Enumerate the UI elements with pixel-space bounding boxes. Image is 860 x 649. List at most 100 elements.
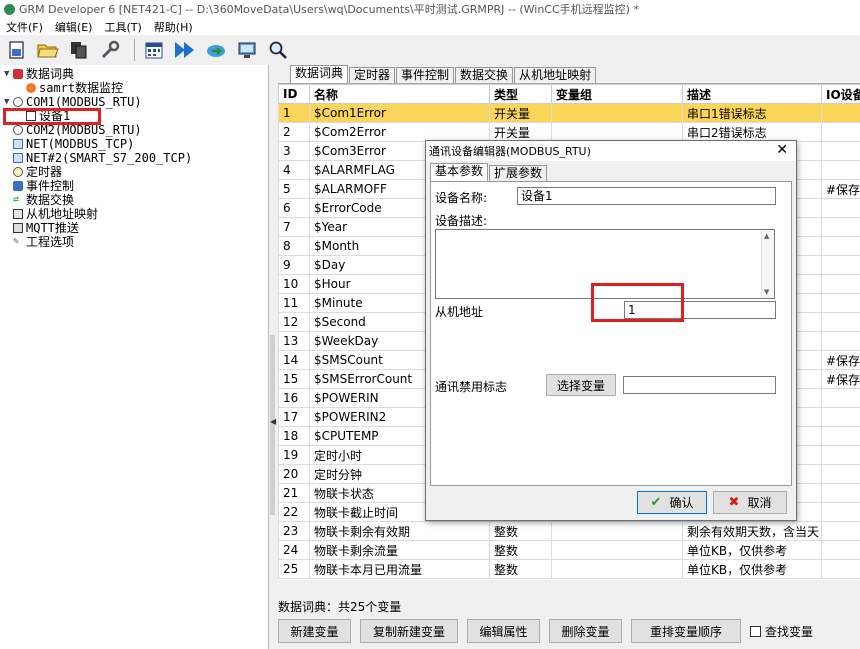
cell-name: 物联卡剩余流量 [309, 540, 490, 560]
tree-item-timer[interactable]: 定时器 [4, 165, 62, 179]
cell-io-device [821, 483, 860, 503]
collapse-icon[interactable]: ▼ [4, 67, 13, 81]
cell-name: $Com2Error [309, 122, 490, 142]
cell-type: 整数 [489, 521, 552, 541]
cell-type: 开关量 [489, 122, 552, 142]
cell-io-device [821, 293, 860, 313]
column-header-type[interactable]: 类型 [489, 84, 552, 104]
tab-data-exchange[interactable]: 数据交换 [455, 67, 514, 83]
dialog-panel: 设备名称: 设备1 设备描述: ▲ ▼ 从机地址 1 通讯禁用标志 选择变量 [430, 181, 792, 486]
comm-disable-input[interactable] [623, 376, 776, 394]
new-variable-button[interactable]: 新建变量 [278, 619, 351, 643]
column-header-group[interactable]: 变量组 [551, 84, 683, 104]
slave-address-label: 从机地址 [435, 305, 484, 319]
tree-item-com2[interactable]: COM2(MODBUS_RTU) [4, 123, 142, 137]
cell-io-device [821, 445, 860, 465]
cell-name: $Com1Error [309, 103, 490, 123]
check-icon: ✔ [650, 495, 662, 510]
cell-io-device [821, 274, 860, 294]
menu-edit[interactable]: 编辑(E) [49, 19, 99, 35]
tree-item-net-modbus[interactable]: NET(MODBUS_TCP) [4, 137, 134, 151]
tree-item-com1[interactable]: ▼ COM1(MODBUS_RTU) [4, 95, 142, 109]
tree-item-mqtt[interactable]: MQTT推送 [4, 221, 79, 235]
edit-properties-button[interactable]: 编辑属性 [467, 619, 540, 643]
mapping-icon [13, 209, 23, 219]
table-row[interactable]: 25 物联卡本月已用流量 整数 单位KB，仅供参考 [278, 559, 860, 579]
panel-splitter[interactable]: ◀ [269, 65, 278, 649]
column-header-name[interactable]: 名称 [309, 84, 490, 104]
menu-tools[interactable]: 工具(T) [98, 19, 147, 35]
close-icon[interactable]: ✕ [776, 142, 788, 158]
menu-help[interactable]: 帮助(H) [148, 19, 199, 35]
tab-extended-params[interactable]: 扩展参数 [489, 165, 548, 181]
cell-io-device [821, 331, 860, 351]
wrench-icon[interactable] [97, 37, 123, 63]
cell-id: 20 [278, 464, 310, 484]
annotation-highlight-device1 [3, 108, 101, 125]
column-header-description[interactable]: 描述 [682, 84, 822, 104]
tab-timer[interactable]: 定时器 [349, 67, 396, 83]
column-header-id[interactable]: ID [278, 84, 310, 104]
network-icon [13, 153, 23, 163]
new-project-icon[interactable] [4, 37, 30, 63]
search-icon[interactable] [265, 37, 291, 63]
calendar-grid-icon[interactable] [141, 37, 167, 63]
mqtt-icon [13, 223, 23, 233]
column-header-io-device[interactable]: IO设备 [821, 84, 860, 104]
scroll-down-icon[interactable]: ▼ [764, 288, 769, 296]
menu-file[interactable]: 文件(F) [0, 19, 49, 35]
copy-icon[interactable] [66, 37, 92, 63]
monitor-icon[interactable] [234, 37, 260, 63]
tree-item-data-dictionary[interactable]: ▼ 数据词典 [4, 67, 74, 81]
tree-item-project-options[interactable]: ✎ 工程选项 [4, 235, 74, 249]
cancel-button[interactable]: ✖ 取消 [713, 491, 787, 514]
table-row[interactable]: 2 $Com2Error 开关量 串口2错误标志 [278, 122, 860, 142]
scroll-up-icon[interactable]: ▲ [764, 232, 769, 240]
table-row[interactable]: 1 $Com1Error 开关量 串口1错误标志 [278, 103, 860, 123]
tree-item-slave-mapping[interactable]: 从机地址映射 [4, 207, 98, 221]
tree-item-net2-smart[interactable]: NET#2(SMART_S7_200_TCP) [4, 151, 192, 165]
window-title: GRM Developer 6 [NET421-C] -- D:\360Move… [19, 3, 639, 16]
device-name-input[interactable]: 设备1 [517, 187, 776, 205]
cell-io-device [821, 521, 860, 541]
cell-io-device [821, 312, 860, 332]
tab-event-control[interactable]: 事件控制 [396, 67, 455, 83]
cell-type: 整数 [489, 559, 552, 579]
tree-item-event-control[interactable]: 事件控制 [4, 179, 74, 193]
dialog-tab-strip: 基本参数 扩展参数 [430, 163, 548, 181]
tree-item-data-exchange[interactable]: ⇄ 数据交换 [4, 193, 74, 207]
table-row[interactable]: 23 物联卡剩余有效期 整数 剩余有效期天数，含当天 [278, 521, 860, 541]
collapse-left-icon[interactable]: ◀ [270, 417, 276, 426]
copy-new-variable-button[interactable]: 复制新建变量 [360, 619, 458, 643]
cell-io-device [821, 103, 860, 123]
fast-forward-icon[interactable] [172, 37, 198, 63]
event-icon [13, 181, 23, 191]
delete-variable-button[interactable]: 删除变量 [549, 619, 622, 643]
table-row[interactable]: 24 物联卡剩余流量 整数 单位KB，仅供参考 [278, 540, 860, 560]
tab-data-dictionary[interactable]: 数据词典 [290, 65, 349, 83]
toolbar [0, 35, 860, 65]
reorder-variables-button[interactable]: 重排变量顺序 [631, 619, 741, 643]
cell-io-device: #保存位 [821, 350, 860, 370]
cell-id: 4 [278, 160, 310, 180]
cell-description: 剩余有效期天数，含当天 [682, 521, 822, 541]
cell-id: 8 [278, 236, 310, 256]
confirm-button[interactable]: ✔ 确认 [637, 491, 707, 514]
cloud-sync-icon[interactable] [203, 37, 229, 63]
cell-id: 9 [278, 255, 310, 275]
tools-icon: ✎ [13, 236, 20, 247]
find-variable-checkbox[interactable]: 查找变量 [750, 623, 813, 640]
tab-slave-mapping[interactable]: 从机地址映射 [514, 67, 597, 83]
textarea-scrollbar[interactable]: ▲ ▼ [761, 230, 774, 298]
collapse-icon[interactable]: ▼ [4, 95, 13, 109]
find-variable-label: 查找变量 [765, 624, 814, 639]
checkbox-box[interactable] [750, 625, 761, 637]
title-bar: GRM Developer 6 [NET421-C] -- D:\360Move… [0, 0, 860, 18]
tree-item-samrt-monitor[interactable]: samrt数据监控 [26, 81, 123, 95]
menu-bar: 文件(F) 编辑(E) 工具(T) 帮助(H) [0, 18, 860, 35]
tab-basic-params[interactable]: 基本参数 [430, 163, 489, 181]
tag-icon [26, 83, 36, 93]
select-variable-button[interactable]: 选择变量 [546, 374, 616, 396]
open-folder-icon[interactable] [35, 37, 61, 63]
cell-id: 6 [278, 198, 310, 218]
